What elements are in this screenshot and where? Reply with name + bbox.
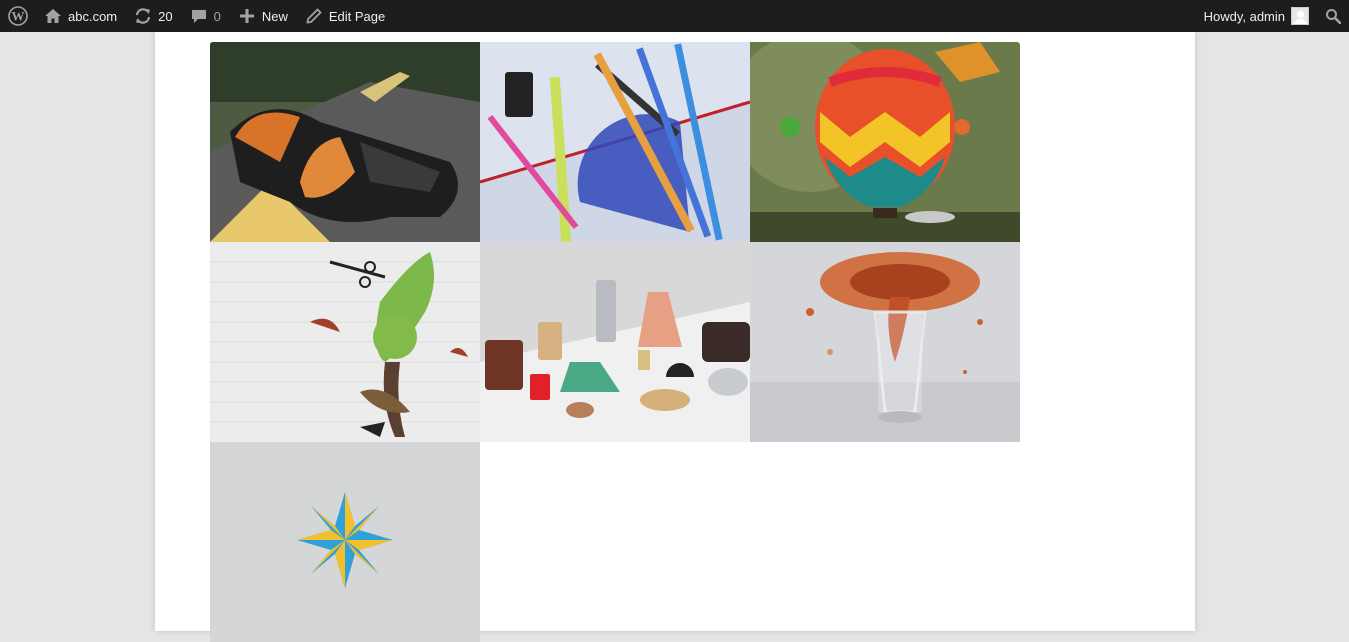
comments-count: 0 bbox=[213, 8, 221, 24]
refresh-icon bbox=[133, 6, 153, 26]
site-name-label: abc.com bbox=[68, 8, 118, 24]
wordpress-icon: W bbox=[8, 6, 28, 26]
gallery-image-shoe[interactable] bbox=[210, 42, 480, 242]
gallery-image-stationery[interactable] bbox=[480, 42, 750, 242]
wordpress-logo-button[interactable]: W bbox=[0, 0, 35, 32]
new-label: New bbox=[261, 8, 288, 24]
gallery-image-splash-tree[interactable] bbox=[210, 242, 480, 442]
avatar bbox=[1291, 7, 1309, 25]
gallery-image-origami[interactable] bbox=[210, 442, 480, 642]
search-button[interactable] bbox=[1317, 0, 1349, 32]
comments-link[interactable]: 0 bbox=[181, 0, 229, 32]
gallery-image-balloon[interactable] bbox=[750, 42, 1020, 242]
account-menu[interactable]: Howdy, admin bbox=[1196, 0, 1317, 32]
site-name-link[interactable]: abc.com bbox=[35, 0, 125, 32]
comment-icon bbox=[189, 6, 209, 26]
search-icon bbox=[1326, 9, 1341, 24]
svg-text:W: W bbox=[12, 9, 25, 24]
edit-page-button[interactable]: Edit Page bbox=[296, 0, 393, 32]
howdy-label: Howdy, admin bbox=[1203, 8, 1285, 24]
new-content-button[interactable]: New bbox=[229, 0, 296, 32]
plus-icon bbox=[237, 6, 257, 26]
page-content bbox=[155, 32, 1195, 642]
home-icon bbox=[43, 6, 63, 26]
gallery-image-glass[interactable] bbox=[750, 242, 1020, 442]
updates-count: 20 bbox=[158, 8, 173, 24]
gallery-image-objects[interactable] bbox=[480, 242, 750, 442]
edit-page-label: Edit Page bbox=[328, 8, 386, 24]
updates-link[interactable]: 20 bbox=[125, 0, 180, 32]
pencil-icon bbox=[304, 6, 324, 26]
admin-bar: W abc.com 20 0 New Edit Page Howdy, admi… bbox=[0, 0, 1349, 32]
